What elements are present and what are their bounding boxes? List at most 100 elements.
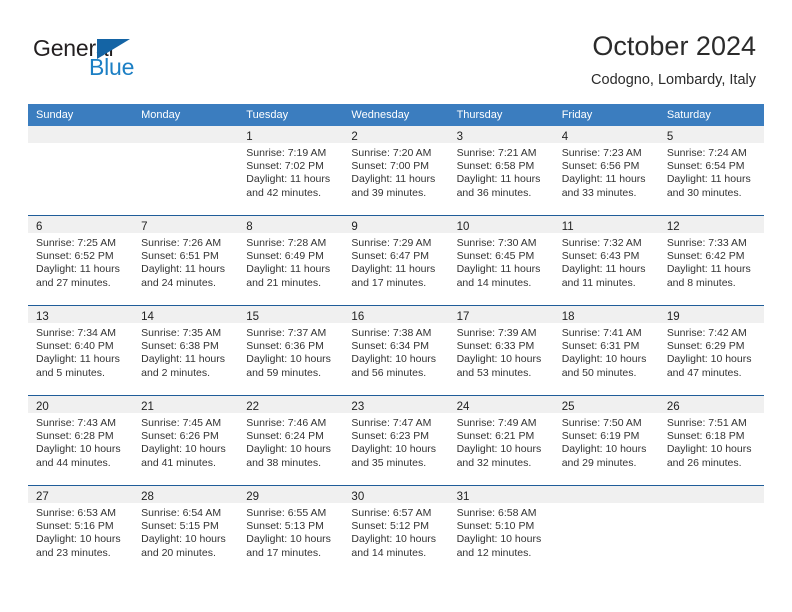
day-cell-content: 5 Sunrise: 7:24 AM Sunset: 6:54 PM Daylight…: [658, 126, 764, 215]
calendar-day-cell[interactable]: 3 Sunrise: 7:21 AM Sunset: 6:58 PM Daylight…: [448, 126, 554, 216]
calendar-week-row: 1 Sunrise: 7:19 AM Sunset: 7:02 PM Daylight…: [28, 126, 764, 216]
daylight-text: and 39 minutes.: [351, 186, 427, 199]
day-number-band: 12: [658, 216, 764, 233]
day-number-band: [658, 486, 764, 503]
calendar-day-cell[interactable]: 1 Sunrise: 7:19 AM Sunset: 7:02 PM Daylight…: [238, 126, 344, 216]
weekday-header-thursday: Thursday: [448, 104, 554, 126]
day-number: 5: [666, 131, 674, 143]
day-number: 8: [246, 221, 253, 233]
daylight-text: and 26 minutes.: [666, 456, 742, 469]
calendar-day-cell[interactable]: 26 Sunrise: 7:51 AM Sunset: 6:18 PM Dayligh…: [658, 395, 764, 486]
daylight-text: Daylight: 11 hours: [351, 173, 436, 186]
daylight-text: and 14 minutes.: [351, 546, 427, 559]
day-number: 6: [36, 221, 43, 233]
sun-info: Sunrise: 6:55 AM Sunset: 5:13 PM Daylight:…: [238, 503, 343, 560]
day-number-band: 11: [553, 216, 659, 233]
sunrise-text: Sunrise: 7:20 AM: [351, 147, 432, 159]
calendar-day-cell[interactable]: 28 Sunrise: 6:54 AM Sunset: 5:15 PM Dayligh…: [133, 485, 239, 575]
day-number: 3: [456, 131, 463, 143]
sun-info: [554, 503, 659, 507]
calendar-day-cell[interactable]: 31 Sunrise: 6:58 AM Sunset: 5:10 PM Dayligh…: [448, 485, 554, 575]
calendar-day-cell[interactable]: 7 Sunrise: 7:26 AM Sunset: 6:51 PM Daylight…: [133, 215, 239, 306]
daylight-text: Daylight: 11 hours: [456, 263, 541, 276]
daylight-text: Daylight: 10 hours: [561, 353, 647, 366]
daylight-text: Daylight: 10 hours: [36, 533, 121, 546]
sunrise-text: Sunrise: 7:19 AM: [246, 147, 327, 159]
day-number: 17: [456, 311, 470, 323]
day-cell-content: 7 Sunrise: 7:26 AM Sunset: 6:51 PM Daylight…: [133, 216, 239, 305]
day-number-band: 22: [238, 396, 344, 413]
daylight-text: and 11 minutes.: [561, 276, 636, 289]
calendar-day-cell[interactable]: 2 Sunrise: 7:20 AM Sunset: 7:00 PM Daylight…: [343, 126, 449, 216]
calendar-day-cell[interactable]: 30 Sunrise: 6:57 AM Sunset: 5:12 PM Dayligh…: [343, 485, 449, 575]
calendar-day-cell[interactable]: 6 Sunrise: 7:25 AM Sunset: 6:52 PM Daylight…: [28, 215, 134, 306]
calendar-day-cell[interactable]: 25 Sunrise: 7:50 AM Sunset: 6:19 PM Dayligh…: [553, 395, 659, 486]
calendar-day-cell[interactable]: 22 Sunrise: 7:46 AM Sunset: 6:24 PM Dayligh…: [238, 395, 344, 486]
calendar-day-cell[interactable]: 9 Sunrise: 7:29 AM Sunset: 6:47 PM Daylight…: [343, 215, 449, 306]
day-number-band: 28: [133, 486, 239, 503]
sunset-text: Sunset: 5:15 PM: [141, 520, 219, 533]
day-number-band: 8: [238, 216, 344, 233]
calendar-day-cell[interactable]: 8 Sunrise: 7:28 AM Sunset: 6:49 PM Daylight…: [238, 215, 344, 306]
daylight-text: Daylight: 10 hours: [36, 443, 121, 456]
sunset-text: Sunset: 6:58 PM: [456, 160, 535, 173]
sunrise-text: Sunrise: 7:29 AM: [351, 237, 432, 249]
calendar-day-cell[interactable]: 29 Sunrise: 6:55 AM Sunset: 5:13 PM Dayligh…: [238, 485, 344, 575]
calendar-day-cell[interactable]: 23 Sunrise: 7:47 AM Sunset: 6:23 PM Dayligh…: [343, 395, 449, 486]
calendar-day-cell[interactable]: 14 Sunrise: 7:35 AM Sunset: 6:38 PM Dayligh…: [133, 305, 239, 396]
sun-info: Sunrise: 7:19 AM Sunset: 7:02 PM Daylight:…: [238, 143, 343, 200]
sunset-text: Sunset: 6:23 PM: [351, 430, 430, 443]
sunrise-text: Sunrise: 7:41 AM: [561, 327, 642, 339]
calendar-day-cell[interactable]: 21 Sunrise: 7:45 AM Sunset: 6:26 PM Dayligh…: [133, 395, 239, 486]
sun-info: [28, 143, 133, 147]
calendar-day-cell[interactable]: 24 Sunrise: 7:49 AM Sunset: 6:21 PM Dayligh…: [448, 395, 554, 486]
daylight-text: Daylight: 10 hours: [141, 443, 226, 456]
weekday-header-sunday: Sunday: [28, 104, 134, 126]
sunset-text: Sunset: 6:31 PM: [561, 340, 640, 353]
sunset-text: Sunset: 7:00 PM: [351, 160, 430, 173]
sun-info: Sunrise: 7:26 AM Sunset: 6:51 PM Daylight:…: [133, 233, 238, 290]
calendar-day-cell[interactable]: 20 Sunrise: 7:43 AM Sunset: 6:28 PM Dayligh…: [28, 395, 134, 486]
calendar-day-cell[interactable]: 16 Sunrise: 7:38 AM Sunset: 6:34 PM Dayligh…: [343, 305, 449, 396]
calendar-day-cell[interactable]: 13 Sunrise: 7:34 AM Sunset: 6:40 PM Dayligh…: [28, 305, 134, 396]
daylight-text: Daylight: 11 hours: [456, 173, 541, 186]
day-cell-content: 26 Sunrise: 7:51 AM Sunset: 6:18 PM Dayligh…: [658, 396, 764, 485]
sunset-text: Sunset: 6:29 PM: [666, 340, 745, 353]
calendar-day-cell[interactable]: 10 Sunrise: 7:30 AM Sunset: 6:45 PM Dayligh…: [448, 215, 554, 306]
sunrise-text: Sunrise: 6:58 AM: [456, 507, 537, 519]
sunrise-text: Sunrise: 7:21 AM: [456, 147, 537, 159]
day-number-band: 19: [658, 306, 764, 323]
calendar-day-cell[interactable]: 19 Sunrise: 7:42 AM Sunset: 6:29 PM Dayligh…: [658, 305, 764, 396]
daylight-text: and 32 minutes.: [456, 456, 532, 469]
page-header: General Blue October 2024 Codogno, Lomba…: [0, 0, 792, 100]
calendar-day-cell[interactable]: 4 Sunrise: 7:23 AM Sunset: 6:56 PM Daylight…: [553, 126, 659, 216]
sunset-text: Sunset: 5:13 PM: [246, 520, 324, 533]
calendar-day-cell[interactable]: 27 Sunrise: 6:53 AM Sunset: 5:16 PM Dayligh…: [28, 485, 134, 575]
calendar-day-cell[interactable]: 11 Sunrise: 7:32 AM Sunset: 6:43 PM Dayligh…: [553, 215, 659, 306]
day-cell-content: 17 Sunrise: 7:39 AM Sunset: 6:33 PM Dayligh…: [448, 306, 554, 395]
day-number-band: 20: [28, 396, 134, 413]
calendar-day-cell[interactable]: 5 Sunrise: 7:24 AM Sunset: 6:54 PM Daylight…: [658, 126, 764, 216]
day-number-band: 16: [343, 306, 449, 323]
calendar-day-cell[interactable]: 18 Sunrise: 7:41 AM Sunset: 6:31 PM Dayligh…: [553, 305, 659, 396]
sun-info: Sunrise: 7:51 AM Sunset: 6:18 PM Daylight:…: [659, 413, 764, 470]
daylight-text: Daylight: 10 hours: [141, 533, 226, 546]
day-number-band: 14: [133, 306, 239, 323]
calendar-day-cell[interactable]: 15 Sunrise: 7:37 AM Sunset: 6:36 PM Dayligh…: [238, 305, 344, 396]
day-number: 13: [36, 311, 49, 323]
sunrise-text: Sunrise: 7:24 AM: [666, 147, 747, 159]
sun-info: Sunrise: 6:54 AM Sunset: 5:15 PM Daylight:…: [133, 503, 238, 560]
sun-info: Sunrise: 7:20 AM Sunset: 7:00 PM Daylight:…: [343, 143, 448, 200]
day-cell-content: 14 Sunrise: 7:35 AM Sunset: 6:38 PM Dayligh…: [133, 306, 239, 395]
daylight-text: Daylight: 11 hours: [666, 173, 751, 186]
general-blue-logo[interactable]: General Blue: [33, 36, 173, 86]
daylight-text: Daylight: 11 hours: [36, 353, 120, 366]
calendar-day-cell[interactable]: 12 Sunrise: 7:33 AM Sunset: 6:42 PM Dayligh…: [658, 215, 764, 306]
sunset-text: Sunset: 6:36 PM: [246, 340, 324, 353]
weekday-header-wednesday: Wednesday: [343, 104, 449, 126]
daylight-text: and 14 minutes.: [456, 276, 532, 289]
sun-info: Sunrise: 7:45 AM Sunset: 6:26 PM Daylight:…: [133, 413, 238, 470]
daylight-text: and 12 minutes.: [456, 546, 532, 559]
sunset-text: Sunset: 6:43 PM: [561, 250, 640, 263]
calendar-day-cell[interactable]: 17 Sunrise: 7:39 AM Sunset: 6:33 PM Dayligh…: [448, 305, 554, 396]
